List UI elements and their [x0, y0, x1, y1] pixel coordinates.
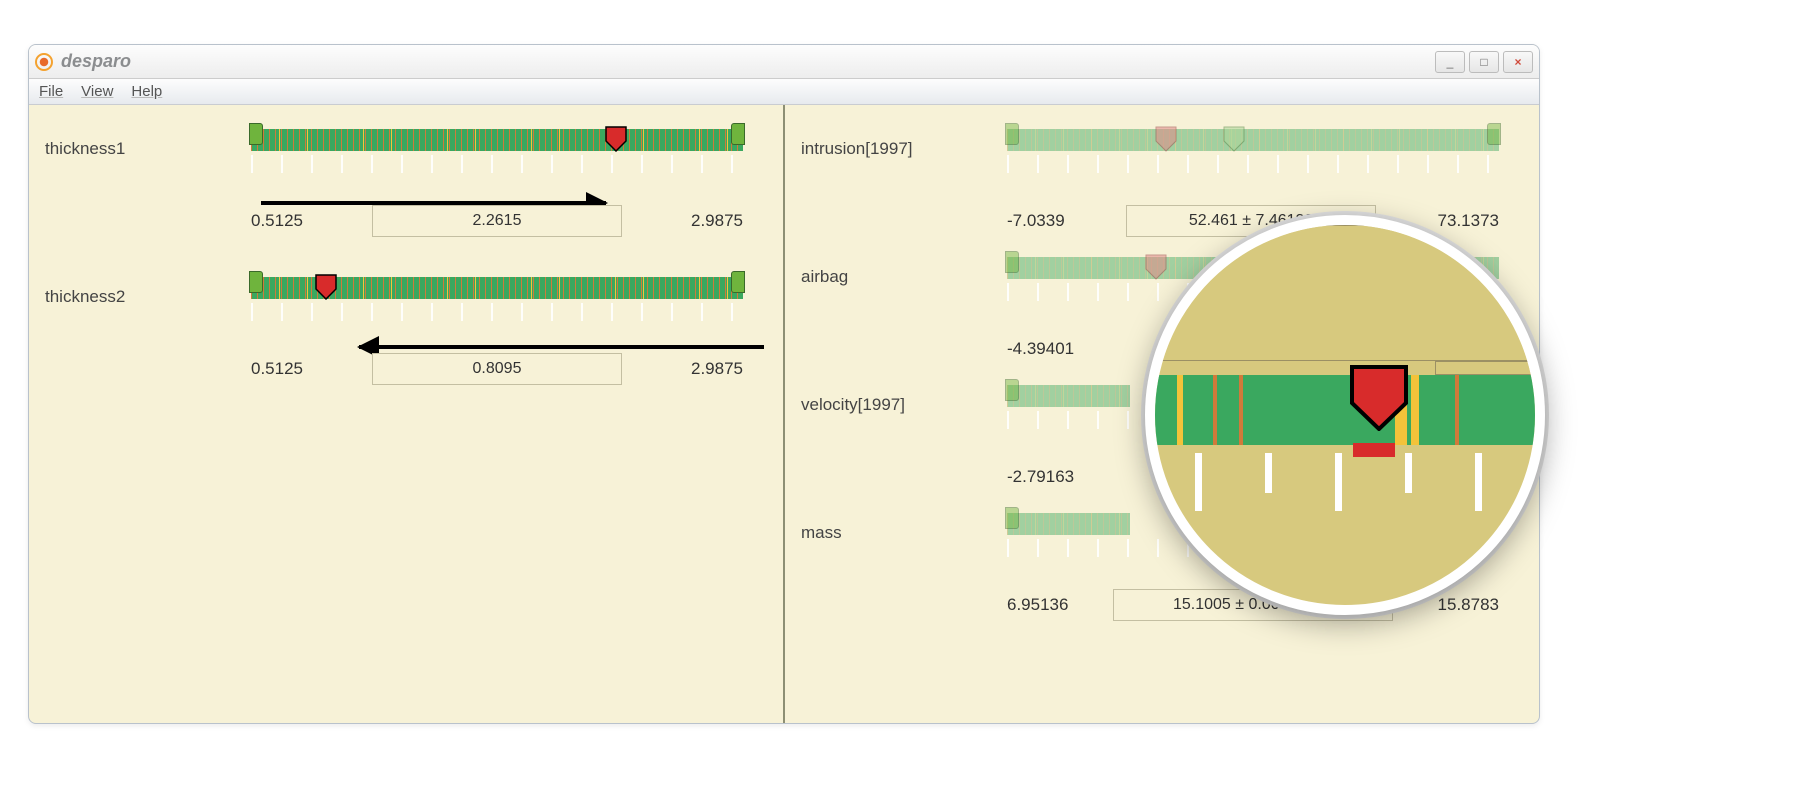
value-row: 0.5125 2.9875 — [251, 205, 743, 237]
slider-track[interactable] — [251, 123, 743, 153]
tick-marks — [1007, 155, 1499, 173]
secondary-pointer-icon[interactable] — [1223, 126, 1245, 152]
param-row-thickness2: thickness2 0.5125 2.9875 — [41, 261, 753, 389]
range-handle-left[interactable] — [249, 123, 263, 145]
maximize-button[interactable]: □ — [1469, 51, 1499, 73]
slider-track[interactable] — [251, 271, 743, 301]
range-min: 6.95136 — [1007, 595, 1068, 615]
value-pointer-icon[interactable] — [1155, 126, 1177, 152]
range-handle-left[interactable] — [1005, 123, 1019, 145]
param-label: airbag — [801, 267, 848, 287]
slider-track[interactable] — [1007, 123, 1499, 153]
app-title: desparo — [61, 51, 131, 72]
menu-view[interactable]: View — [81, 83, 113, 100]
range-handle-right[interactable] — [1487, 123, 1501, 145]
range-handle-right[interactable] — [731, 271, 745, 293]
menu-help[interactable]: Help — [131, 83, 162, 100]
minimize-button[interactable]: _ — [1435, 51, 1465, 73]
value-pointer-icon[interactable] — [315, 274, 337, 300]
zoom-pointer-icon — [1350, 365, 1408, 431]
value-input[interactable] — [372, 353, 622, 385]
param-label: mass — [801, 523, 842, 543]
range-min: 0.5125 — [251, 359, 303, 379]
zoom-track — [1155, 375, 1535, 445]
range-handle-left[interactable] — [1005, 251, 1019, 273]
value-input[interactable] — [372, 205, 622, 237]
range-handle-left[interactable] — [1005, 379, 1019, 401]
range-min: -2.79163 — [1007, 467, 1074, 487]
magnifier-zoom — [1145, 215, 1545, 615]
range-min: 0.5125 — [251, 211, 303, 231]
zoom-marker — [1353, 443, 1395, 457]
menu-file[interactable]: File — [39, 83, 63, 100]
titlebar: desparo _ □ × — [29, 45, 1539, 79]
param-row-intrusion: intrusion[1997] -7.0339 73.137 — [797, 113, 1509, 241]
param-label: thickness1 — [45, 139, 125, 159]
param-label: intrusion[1997] — [801, 139, 913, 159]
range-min: -7.0339 — [1007, 211, 1065, 231]
range-max: 2.9875 — [691, 359, 743, 379]
range-min: -4.39401 — [1007, 339, 1074, 359]
range-handle-left[interactable] — [1005, 507, 1019, 529]
zoom-input-edge — [1435, 361, 1535, 375]
range-handle-left[interactable] — [249, 271, 263, 293]
app-icon — [35, 53, 53, 71]
menubar: File View Help — [29, 79, 1539, 105]
zoom-input-box — [1155, 225, 1535, 361]
param-row-thickness1: thickness1 0.5125 2.9875 — [41, 113, 753, 241]
range-handle-right[interactable] — [731, 123, 745, 145]
close-button[interactable]: × — [1503, 51, 1533, 73]
param-label: thickness2 — [45, 287, 125, 307]
left-column: thickness1 0.5125 2.9875 t — [29, 105, 785, 723]
tick-marks — [251, 155, 743, 173]
tick-marks — [251, 303, 743, 321]
value-pointer-icon[interactable] — [605, 126, 627, 152]
param-label: velocity[1997] — [801, 395, 905, 415]
value-row: 0.5125 2.9875 — [251, 353, 743, 385]
window-controls: _ □ × — [1435, 51, 1533, 73]
range-max: 2.9875 — [691, 211, 743, 231]
